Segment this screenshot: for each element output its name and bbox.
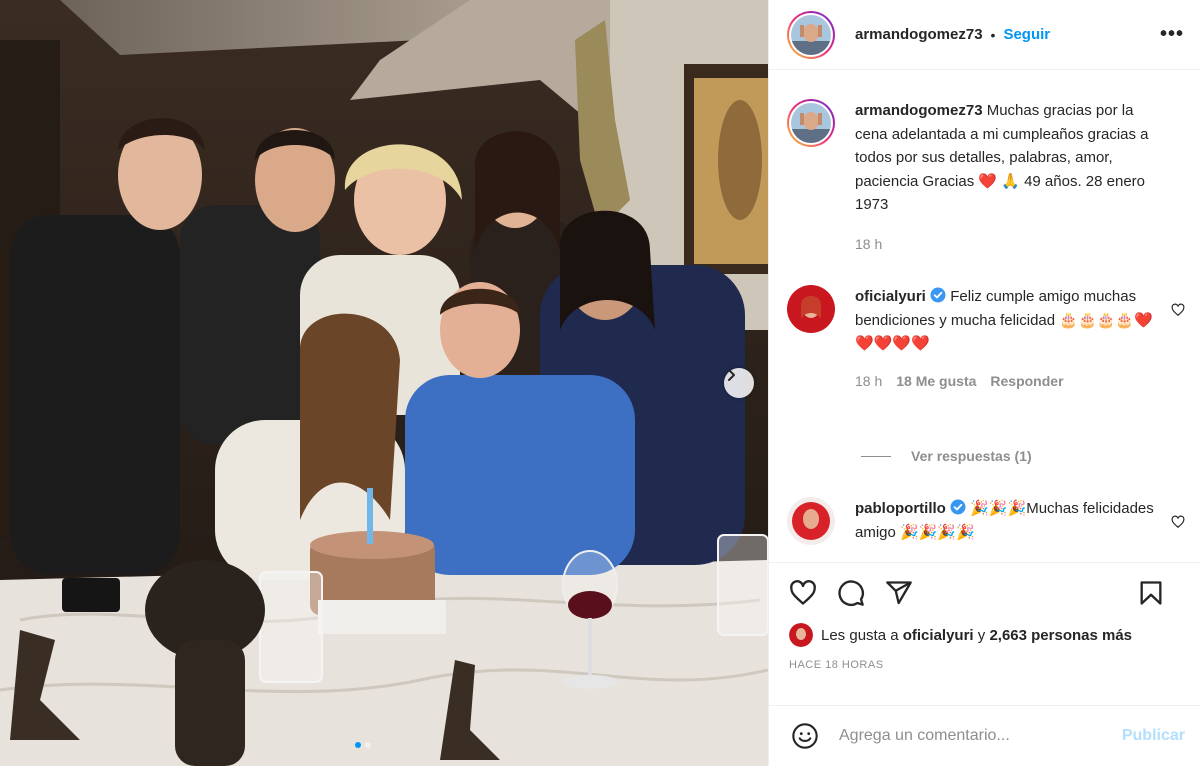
likes-middle: y — [977, 626, 986, 644]
more-options-button[interactable]: ••• — [1160, 23, 1184, 46]
carousel-dot-active — [355, 742, 361, 748]
view-replies-button[interactable]: Ver respuestas (1) — [861, 448, 1032, 464]
add-comment-bar: Publicar — [769, 705, 1200, 766]
emoji-icon[interactable] — [791, 722, 819, 750]
caption: armandogomez73 Muchas gracias por la cen… — [769, 99, 1200, 256]
author-username[interactable]: armandogomez73 — [855, 26, 983, 43]
group-photo-illustration — [0, 0, 768, 766]
comment-icon[interactable] — [837, 579, 865, 607]
caption-time[interactable]: 18 h — [855, 233, 882, 257]
author-avatar[interactable] — [787, 10, 835, 59]
comments-list[interactable]: armandogomez73 Muchas gracias por la cen… — [769, 71, 1200, 561]
header-separator: • — [990, 26, 996, 43]
carousel-dots — [355, 742, 371, 748]
share-icon[interactable] — [885, 579, 913, 607]
comment-input[interactable] — [839, 727, 1122, 745]
post-timestamp[interactable]: HACE 18 HORAS — [789, 659, 1185, 671]
verified-badge-icon — [950, 499, 966, 515]
comment-like-heart-icon[interactable] — [1171, 515, 1185, 529]
post-details-panel: armandogomez73 • Seguir ••• armandogomez… — [768, 0, 1200, 766]
caption-avatar-image — [791, 103, 831, 143]
heart-icon[interactable] — [789, 579, 817, 607]
comment-likes[interactable]: 18 Me gusta — [896, 370, 976, 394]
publish-button[interactable]: Publicar — [1122, 727, 1185, 745]
post-header: armandogomez73 • Seguir ••• — [769, 0, 1200, 70]
follow-button[interactable]: Seguir — [1003, 26, 1050, 43]
comment-time[interactable]: 18 h — [855, 370, 882, 394]
replies-divider — [861, 455, 891, 457]
comment-like-heart-icon[interactable] — [1171, 303, 1185, 317]
carousel-dot — [365, 742, 371, 748]
likes-user[interactable]: oficialyuri — [903, 627, 974, 644]
comment-avatar[interactable] — [787, 497, 835, 545]
comment-item: oficialyuri Feliz cumple amigo muchas be… — [769, 285, 1200, 393]
comment-avatar-image — [787, 285, 835, 333]
likes-count[interactable]: 2,663 personas más — [989, 627, 1132, 644]
likes-summary[interactable]: Les gusta a oficialyuri y 2,663 personas… — [789, 623, 1185, 647]
caption-avatar[interactable] — [787, 99, 835, 147]
comment-item: pabloportillo 🎉🎉🎉Muchas felicidades amig… — [769, 497, 1200, 545]
view-replies-label: Ver respuestas (1) — [911, 448, 1032, 464]
comment-username[interactable]: pabloportillo — [855, 500, 946, 517]
carousel-next-button[interactable] — [724, 368, 754, 398]
author-avatar-image — [791, 14, 831, 55]
comment-avatar[interactable] — [787, 285, 835, 333]
likes-prefix: Les gusta a — [821, 626, 899, 644]
liker-avatar — [789, 623, 813, 647]
chevron-right-icon — [728, 369, 735, 381]
verified-badge-icon — [930, 287, 946, 303]
reply-button[interactable]: Responder — [990, 370, 1063, 394]
bookmark-icon[interactable] — [1137, 579, 1165, 607]
caption-username[interactable]: armandogomez73 — [855, 102, 983, 119]
comment-avatar-image — [787, 497, 835, 545]
comment-username[interactable]: oficialyuri — [855, 288, 926, 305]
post-actions: Les gusta a oficialyuri y 2,663 personas… — [769, 562, 1200, 671]
post-photo[interactable] — [0, 0, 768, 766]
